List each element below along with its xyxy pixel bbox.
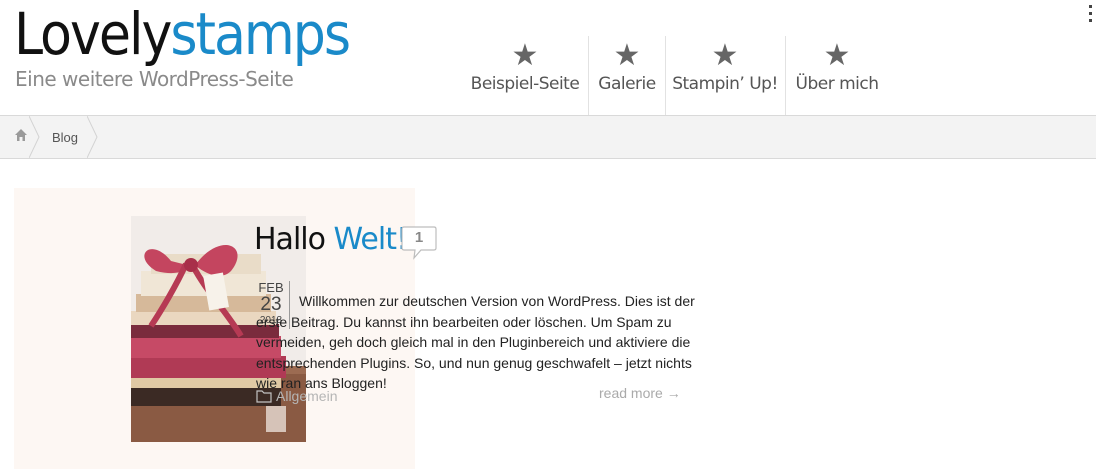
breadcrumb-separator: [29, 116, 40, 158]
breadcrumb-separator: [87, 116, 98, 158]
nav-divider: [785, 36, 786, 116]
post-category-label[interactable]: Allgemein: [276, 388, 337, 404]
nav-item-stampin-up[interactable]: ★ Stampin’ Up!: [669, 36, 781, 116]
nav-divider: [588, 36, 589, 116]
post-title-part2[interactable]: Welt!: [334, 222, 408, 257]
site-title-part1[interactable]: Lovely: [14, 0, 172, 68]
breadcrumb-item-blog[interactable]: Blog: [52, 130, 78, 145]
nav-divider: [665, 36, 666, 116]
post-excerpt: Willkommen zur deutschen Version von Wor…: [256, 293, 695, 391]
post-title[interactable]: Hallo Welt!: [254, 218, 408, 262]
folder-icon: [256, 390, 272, 403]
site-tagline: Eine weitere WordPress-Seite: [15, 67, 294, 91]
read-more-link[interactable]: read more →: [599, 385, 681, 401]
comment-count[interactable]: 1: [401, 229, 437, 246]
nav-item-label: Über mich: [795, 74, 880, 94]
site-title[interactable]: Lovelystamps: [14, 0, 351, 68]
breadcrumb: Blog: [0, 115, 1096, 159]
nav-item-galerie[interactable]: ★ Galerie: [592, 36, 662, 116]
nav-item-label: Stampin’ Up!: [672, 74, 778, 94]
post-title-part1[interactable]: Hallo: [254, 222, 326, 257]
nav-item-ueber-mich[interactable]: ★ Über mich: [789, 36, 885, 116]
home-icon[interactable]: [14, 128, 28, 142]
nav-item-label: Galerie: [598, 74, 656, 94]
star-icon: ★: [711, 39, 739, 72]
site-title-part2[interactable]: stamps: [170, 0, 351, 68]
post-category[interactable]: Allgemein: [256, 388, 337, 404]
star-icon: ★: [823, 39, 851, 72]
nav-item-label: Beispiel-Seite: [470, 74, 580, 94]
star-icon: ★: [511, 39, 539, 72]
star-icon: ★: [613, 39, 641, 72]
more-options-icon[interactable]: [1089, 5, 1095, 26]
nav-item-beispiel-seite[interactable]: ★ Beispiel-Seite: [466, 36, 584, 116]
